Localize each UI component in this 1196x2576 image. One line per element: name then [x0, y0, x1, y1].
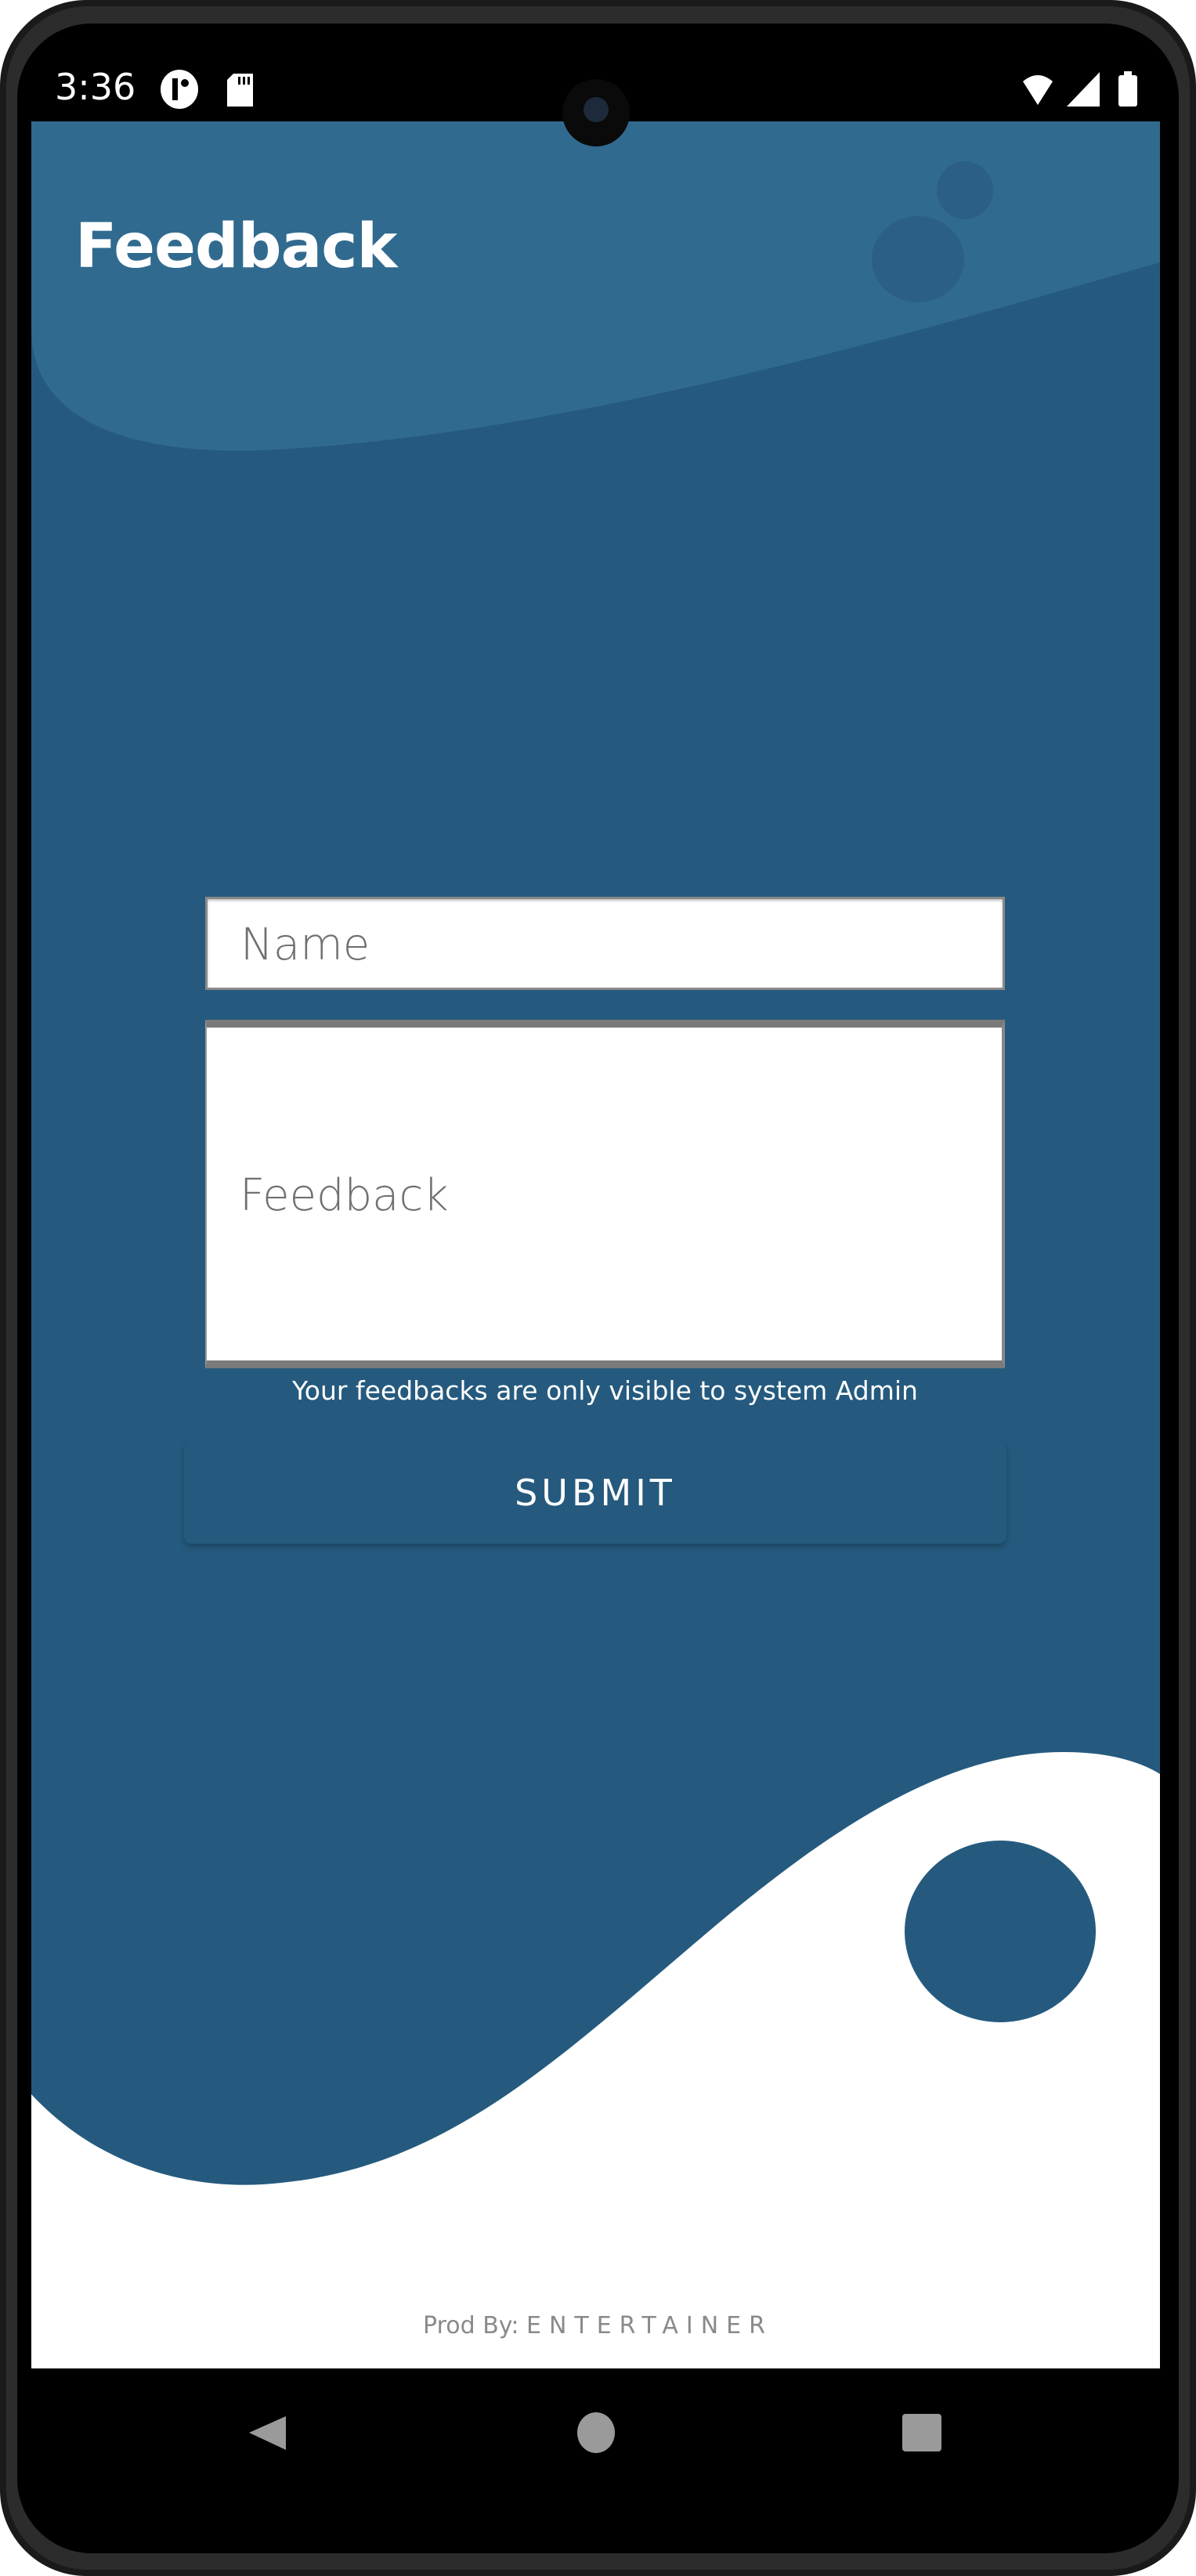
status-time: 3:36 — [55, 66, 136, 108]
feedback-textarea[interactable]: Feedback — [205, 1020, 1005, 1368]
bottom-circle — [905, 1841, 1096, 2022]
footer-credit: Prod By: ENTERTAINER — [0, 2312, 1196, 2339]
name-input[interactable]: Name — [205, 897, 1005, 990]
feedback-placeholder: Feedback — [240, 1170, 449, 1221]
battery-icon — [1118, 71, 1137, 107]
sd-card-icon — [227, 74, 253, 107]
helper-text: Your feedbacks are only visible to syste… — [292, 1375, 918, 1406]
recents-button[interactable] — [887, 2397, 957, 2467]
credit-prefix: Prod By: — [423, 2312, 526, 2339]
notification-circle-icon — [161, 70, 198, 109]
name-placeholder: Name — [240, 919, 370, 970]
page-title: Feedback — [75, 211, 397, 282]
submit-button[interactable]: SUBMIT — [184, 1442, 1006, 1544]
header-bubble-small — [937, 161, 993, 219]
back-button[interactable] — [235, 2397, 305, 2467]
credit-brand: ENTERTAINER — [526, 2312, 773, 2339]
header-bubble-large — [872, 216, 964, 302]
home-button[interactable] — [561, 2397, 631, 2467]
